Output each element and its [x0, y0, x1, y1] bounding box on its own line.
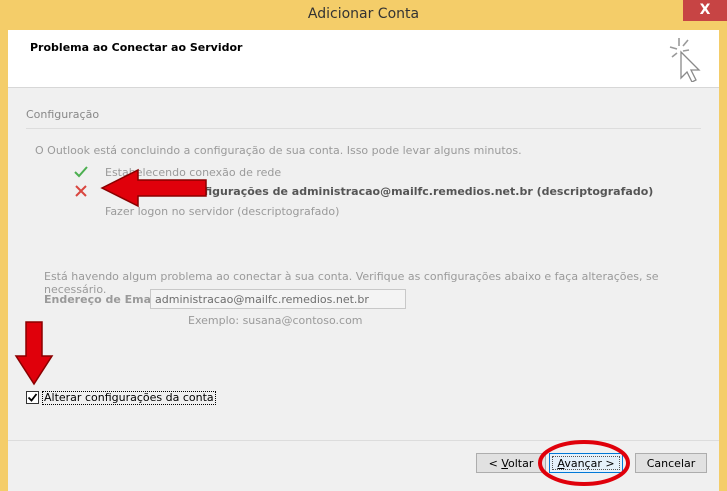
- error-x-icon: [75, 185, 87, 197]
- close-icon: X: [699, 2, 711, 18]
- footer-divider: [8, 440, 719, 441]
- change-settings-checkbox[interactable]: [26, 391, 39, 404]
- email-example: Exemplo: susana@contoso.com: [188, 314, 363, 327]
- title-bar[interactable]: Adicionar Conta X: [0, 0, 727, 30]
- email-label: Endereço de Email:: [44, 293, 163, 306]
- cancel-button[interactable]: Cancelar: [635, 453, 707, 473]
- step-label: Fazer logon no servidor (descriptografad…: [105, 205, 340, 218]
- intro-text: O Outlook está concluindo a configuração…: [35, 144, 522, 157]
- change-settings-label[interactable]: Alterar configurações da conta: [42, 391, 216, 405]
- checkmark-icon: [74, 166, 88, 178]
- window-title: Adicionar Conta: [307, 6, 420, 22]
- email-field[interactable]: [150, 289, 406, 309]
- check-icon: [27, 393, 38, 402]
- dialog-body: Problema ao Conectar ao Servidor Configu…: [8, 30, 719, 491]
- header-panel: Problema ao Conectar ao Servidor: [8, 30, 719, 88]
- section-divider: [26, 128, 701, 129]
- wizard-cursor-icon: [669, 38, 701, 82]
- back-button[interactable]: < Voltar: [476, 453, 546, 473]
- close-button[interactable]: X: [683, 0, 727, 21]
- page-heading: Problema ao Conectar ao Servidor: [30, 41, 243, 54]
- next-button-focus: Avançar >: [552, 456, 620, 470]
- step-label: figurações de administracao@mailfc.remed…: [204, 185, 654, 198]
- add-account-window: Adicionar Conta X Problema ao Conectar a…: [0, 0, 727, 491]
- next-button[interactable]: Avançar >: [549, 453, 623, 473]
- step-label: Estabelecendo conexão de rede: [105, 166, 282, 179]
- section-label: Configuração: [26, 108, 100, 121]
